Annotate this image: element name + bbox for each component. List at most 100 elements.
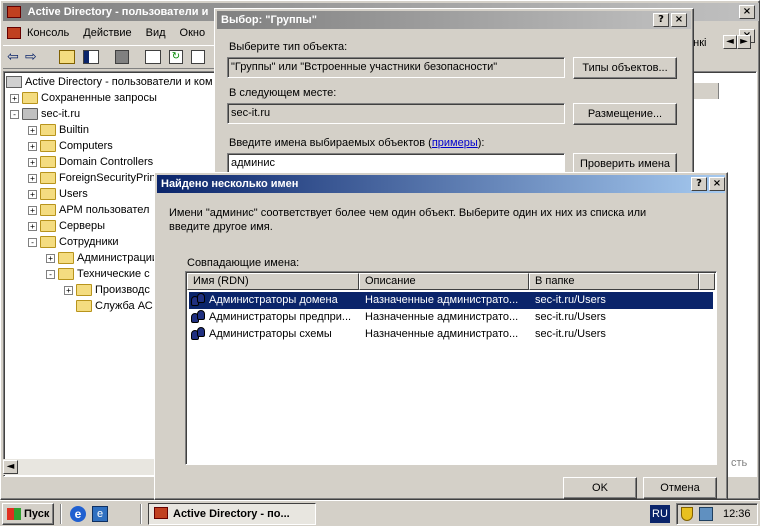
matching-names-list[interactable]: Имя (RDN) Описание В папке Администратор… [185, 271, 717, 465]
tree-item[interactable]: + Администрации [46, 250, 158, 266]
tree-item[interactable]: - Технические с [46, 266, 150, 282]
taskbar: Пуск e e Active Directory - по... RU 12:… [0, 500, 760, 526]
mmc-close-button[interactable]: × [739, 5, 755, 19]
tree-item[interactable]: + Сохраненные запросы [10, 90, 157, 106]
expand-icon[interactable]: + [28, 173, 37, 183]
expand-icon[interactable]: + [28, 221, 37, 231]
forward-icon[interactable]: ⇨ [25, 49, 37, 65]
found-dialog-close-button[interactable]: × [709, 177, 725, 191]
tree-item-label: Сохраненные запросы [41, 92, 157, 104]
group-icon [191, 310, 207, 324]
scroll-left-button[interactable]: ◄ [3, 460, 18, 474]
tree-item[interactable]: + ForeignSecurityPrin [28, 170, 156, 186]
select-dialog-help-button[interactable]: ? [653, 13, 669, 27]
expand-icon[interactable]: + [10, 93, 19, 103]
folder-icon [58, 268, 74, 281]
menu-window[interactable]: Окно [180, 27, 206, 39]
tree-item[interactable]: + Computers [28, 138, 113, 154]
cell-description: Назначенные администрато... [365, 328, 519, 340]
tree-item[interactable]: + АРМ пользовател [28, 202, 149, 218]
mmc-menu-icon[interactable] [7, 27, 21, 40]
quicklaunch-separator [60, 504, 62, 524]
menu-action[interactable]: Действие [83, 27, 131, 39]
outlook-icon[interactable]: e [92, 506, 108, 522]
tree-item[interactable]: - sec-it.ru [10, 106, 80, 122]
security-shield-icon[interactable] [681, 507, 693, 521]
group-icon [191, 327, 207, 341]
tree-item[interactable]: + Серверы [28, 218, 105, 234]
expand-icon[interactable]: + [28, 141, 37, 151]
table-row[interactable]: Администраторы схемы Назначенные админист… [189, 326, 713, 343]
expand-icon[interactable]: + [28, 125, 37, 135]
expand-icon[interactable]: + [28, 157, 37, 167]
menu-console[interactable]: Консоль [27, 27, 69, 39]
mmc-title: Active Directory - пользователи и [27, 6, 209, 18]
taskbar-task-button[interactable]: Active Directory - по... [148, 503, 316, 525]
column-header-description[interactable]: Описание [359, 273, 529, 290]
tree-item-label: Служба АС [95, 300, 153, 312]
table-row[interactable]: Администраторы предпри... Назначенные адм… [189, 309, 713, 326]
expand-icon[interactable]: + [46, 253, 55, 263]
expand-icon[interactable]: + [28, 205, 37, 215]
start-button[interactable]: Пуск [2, 503, 54, 525]
location-label: В следующем месте: [229, 87, 337, 99]
back-icon[interactable]: ⇦ [7, 49, 19, 65]
tree-item[interactable]: + Users [28, 186, 88, 202]
folder-icon [22, 92, 38, 105]
clock: 12:36 [723, 508, 751, 520]
ok-button[interactable]: OK [563, 477, 637, 499]
export-icon[interactable] [191, 50, 205, 64]
start-label: Пуск [24, 508, 50, 520]
cell-name: Администраторы предпри... [191, 309, 359, 326]
names-label: Введите имена выбираемых объектов (приме… [229, 137, 484, 149]
ie-icon[interactable]: e [70, 506, 86, 522]
refresh-icon[interactable]: ↻ [169, 50, 183, 64]
column-header-folder[interactable]: В папке [529, 273, 699, 290]
tree-root[interactable]: Active Directory - пользователи и ком [6, 74, 213, 90]
expand-icon[interactable]: + [64, 285, 73, 295]
object-types-button[interactable]: Типы объектов... [573, 57, 677, 79]
tree-item[interactable]: + Domain Controllers [28, 154, 153, 170]
names-label-suffix: ): [477, 137, 485, 149]
multiple-names-dialog: Найдено несколько имен ? × Имени "админи… [154, 172, 728, 500]
menu-view[interactable]: Вид [146, 27, 166, 39]
show-tree-icon[interactable] [83, 50, 99, 64]
toolbar-scroll-button-right[interactable]: ► [737, 35, 751, 49]
found-message-line2: введите другое имя. [169, 221, 273, 233]
tree-item-label: sec-it.ru [41, 108, 81, 120]
found-dialog-help-button[interactable]: ? [691, 177, 707, 191]
column-header-name[interactable]: Имя (RDN) [187, 273, 359, 290]
folder-icon [40, 124, 56, 137]
collapse-icon[interactable]: - [46, 269, 55, 279]
network-icon[interactable] [699, 507, 713, 521]
language-indicator[interactable]: RU [650, 505, 670, 523]
mmc-menubar: Консоль Действие Вид Окно [7, 25, 219, 41]
tree-item[interactable]: Служба АС [64, 298, 153, 314]
expand-icon[interactable]: + [28, 189, 37, 199]
toolbar-scroll-button[interactable]: ◄ [723, 35, 737, 49]
tree-item[interactable]: + Производс [64, 282, 150, 298]
collapse-icon[interactable]: - [10, 109, 19, 119]
up-folder-icon[interactable] [59, 50, 75, 64]
collapse-icon[interactable]: - [28, 237, 37, 247]
tree-item-label: Производс [95, 284, 150, 296]
delete-icon[interactable] [115, 50, 129, 64]
tree-item[interactable]: + Builtin [28, 122, 89, 138]
examples-link[interactable]: примеры [432, 137, 478, 149]
tree-item[interactable]: - Сотрудники [28, 234, 119, 250]
names-input[interactable]: админис [227, 153, 565, 174]
cell-folder: sec-it.ru/Users [535, 311, 606, 323]
locations-button[interactable]: Размещение... [573, 103, 677, 125]
object-type-label: Выберите тип объекта: [229, 41, 348, 53]
cell-description: Назначенные администрато... [365, 311, 519, 323]
select-dialog-close-button[interactable]: × [671, 13, 687, 27]
found-dialog-title: Найдено несколько имен [161, 178, 299, 190]
table-row[interactable]: Администраторы домена Назначенные админис… [189, 292, 713, 309]
right-pane-header [691, 83, 719, 99]
folder-icon [40, 156, 56, 169]
location-field: sec-it.ru [227, 103, 565, 124]
cancel-button[interactable]: Отмена [643, 477, 717, 499]
tree-item-label: АРМ пользовател [59, 204, 150, 216]
mmc-toolbar: ⇦ ⇨ ↻ [3, 45, 217, 69]
properties-icon[interactable] [145, 50, 161, 64]
